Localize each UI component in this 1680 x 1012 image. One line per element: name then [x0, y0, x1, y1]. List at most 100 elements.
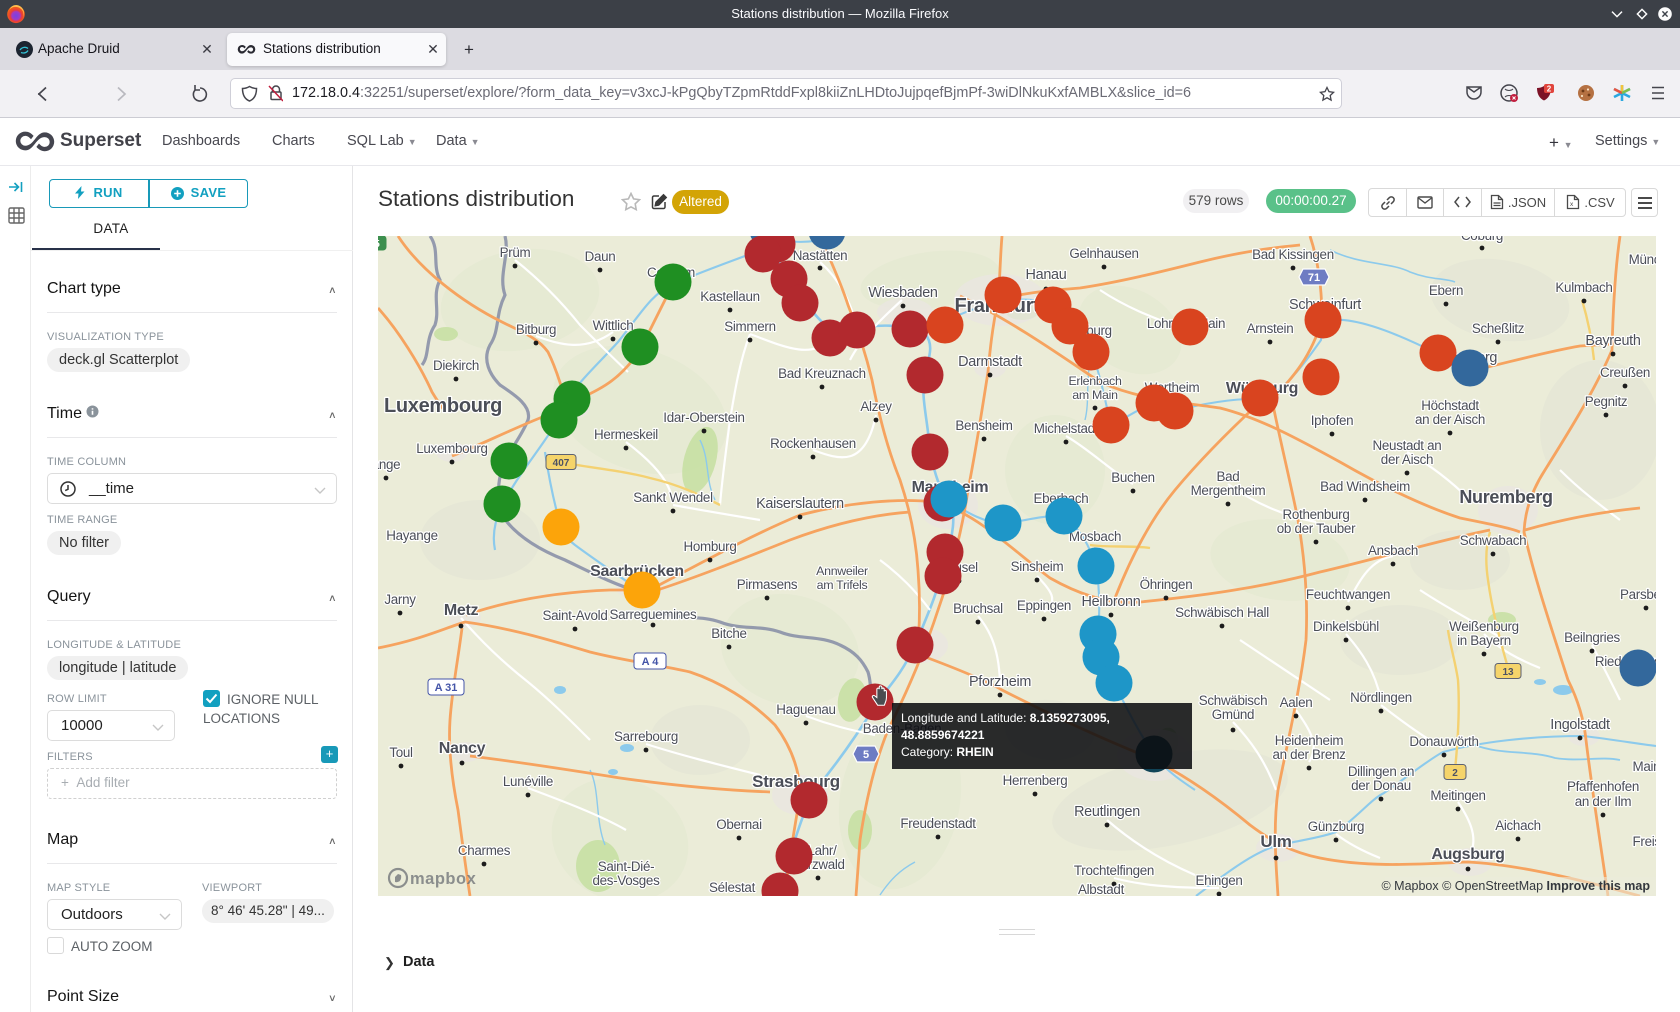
svg-text:Hayange: Hayange	[386, 528, 438, 543]
svg-text:Herrenberg: Herrenberg	[1003, 773, 1068, 788]
svg-text:Sinsheim: Sinsheim	[1011, 559, 1064, 574]
svg-text:am Main: am Main	[1072, 388, 1118, 402]
svg-text:Augsburg: Augsburg	[1431, 846, 1504, 863]
svg-text:Creußen: Creußen	[1600, 365, 1650, 380]
svg-text:Luxembourg: Luxembourg	[416, 441, 487, 456]
svg-text:Ansbach: Ansbach	[1368, 543, 1418, 558]
svg-text:Bayreuth: Bayreuth	[1585, 333, 1640, 349]
svg-text:Gmünd: Gmünd	[1212, 707, 1254, 722]
svg-text:Scheßlitz: Scheßlitz	[1472, 321, 1525, 336]
svg-text:Gelnhausen: Gelnhausen	[1069, 246, 1138, 261]
svg-text:Kaiserslautern: Kaiserslautern	[756, 496, 844, 512]
svg-text:Parsberg: Parsberg	[1620, 587, 1656, 602]
svg-text:A 31: A 31	[435, 682, 458, 694]
svg-text:an der Brenz: an der Brenz	[1272, 747, 1346, 762]
svg-text:Dinkelsbühl: Dinkelsbühl	[1313, 619, 1379, 634]
svg-text:Charmes: Charmes	[458, 843, 511, 858]
svg-text:Ebern: Ebern	[1429, 283, 1463, 298]
svg-text:x: x	[1570, 201, 1574, 208]
svg-text:Rothenburg: Rothenburg	[1283, 507, 1350, 522]
svg-text:Pfaffenhofen: Pfaffenhofen	[1567, 779, 1639, 794]
svg-text:der Aisch: der Aisch	[1381, 452, 1433, 467]
svg-text:des-Vosges: des-Vosges	[593, 873, 661, 888]
svg-text:Bad Kissingen: Bad Kissingen	[1252, 247, 1334, 262]
svg-text:Rockenhausen: Rockenhausen	[770, 436, 856, 451]
svg-text:Pegnitz: Pegnitz	[1585, 394, 1628, 409]
svg-text:Luxembourg: Luxembourg	[384, 395, 502, 417]
svg-text:5: 5	[863, 749, 869, 761]
svg-text:Michelstadt: Michelstadt	[1034, 421, 1099, 436]
svg-text:Ulm: Ulm	[1260, 832, 1291, 851]
svg-text:Idar-Oberstein: Idar-Oberstein	[663, 410, 744, 425]
svg-text:Hanau: Hanau	[1026, 267, 1067, 283]
svg-text:Saint-Avold: Saint-Avold	[543, 608, 608, 623]
svg-text:Dillingen an: Dillingen an	[1348, 764, 1414, 779]
svg-text:Schwäbisch: Schwäbisch	[1199, 693, 1267, 708]
svg-text:Feuchtwangen: Feuchtwangen	[1306, 587, 1390, 602]
svg-text:Mergentheim: Mergentheim	[1191, 483, 1266, 498]
svg-text:Bitche: Bitche	[711, 626, 746, 641]
svg-text:Darmstadt: Darmstadt	[958, 354, 1022, 370]
svg-text:A 4: A 4	[642, 656, 660, 668]
svg-text:Nördlingen: Nördlingen	[1350, 690, 1412, 705]
svg-text:Günzburg: Günzburg	[1308, 819, 1364, 834]
svg-text:Buchen: Buchen	[1111, 470, 1155, 485]
svg-text:Saint-Dié-: Saint-Dié-	[598, 859, 655, 874]
svg-text:Mosbach: Mosbach	[1069, 529, 1121, 544]
svg-text:2: 2	[1547, 84, 1552, 93]
svg-text:Nuremberg: Nuremberg	[1459, 487, 1552, 507]
svg-text:Sélestat: Sélestat	[709, 880, 756, 895]
svg-text:Reutlingen: Reutlingen	[1074, 804, 1140, 820]
svg-text:Aichach: Aichach	[1495, 818, 1541, 833]
svg-text:Eppingen: Eppingen	[1017, 598, 1071, 613]
svg-text:Diekirch: Diekirch	[433, 358, 479, 373]
svg-text:Heilbronn: Heilbronn	[1082, 594, 1141, 610]
svg-text:13: 13	[1502, 667, 1514, 678]
svg-text:Sarrebourg: Sarrebourg	[614, 729, 678, 744]
svg-text:Simmern: Simmern	[724, 319, 775, 334]
svg-text:Nastätten: Nastätten	[793, 248, 848, 263]
svg-text:Trochtelfingen: Trochtelfingen	[1074, 863, 1154, 878]
svg-text:mapbox: mapbox	[410, 870, 477, 888]
svg-text:Wittlich: Wittlich	[593, 318, 634, 333]
svg-text:Beilngries: Beilngries	[1564, 630, 1620, 645]
svg-text:in Bayern: in Bayern	[1457, 633, 1511, 648]
svg-text:Sankt Wendel: Sankt Wendel	[633, 490, 713, 505]
svg-text:Obernai: Obernai	[716, 817, 762, 832]
svg-text:Bad Windsheim: Bad Windsheim	[1320, 479, 1410, 494]
svg-text:© Mapbox © OpenStreetMap Impro: © Mapbox © OpenStreetMap Improve this ma…	[1381, 879, 1650, 893]
svg-text:Coburg: Coburg	[1461, 236, 1503, 243]
svg-text:Lunéville: Lunéville	[503, 774, 553, 789]
svg-text:Wiesbaden: Wiesbaden	[868, 285, 938, 301]
svg-text:Pirmasens: Pirmasens	[737, 577, 798, 592]
svg-text:der Donau: der Donau	[1351, 778, 1411, 793]
svg-text:Bruchsal: Bruchsal	[953, 601, 1003, 616]
svg-text:Freisi: Freisi	[1633, 834, 1656, 849]
svg-text:71: 71	[1308, 272, 1320, 284]
svg-text:Mainb: Mainb	[1633, 759, 1656, 774]
svg-text:Homburg: Homburg	[684, 539, 737, 554]
svg-text:Daun: Daun	[585, 249, 616, 264]
svg-text:Kulmbach: Kulmbach	[1555, 280, 1612, 295]
svg-text:Albstadt: Albstadt	[1078, 882, 1125, 896]
svg-text:Neustadt an: Neustadt an	[1373, 438, 1442, 453]
svg-text:Sarreguemines: Sarreguemines	[610, 607, 698, 622]
svg-text:ob der Tauber: ob der Tauber	[1277, 521, 1356, 536]
svg-text:407: 407	[553, 458, 570, 469]
svg-text:Alzey: Alzey	[860, 399, 892, 414]
svg-text:Höchstadt: Höchstadt	[1421, 398, 1479, 413]
svg-text:an der Aisch: an der Aisch	[1415, 412, 1485, 427]
svg-text:Münch: Münch	[1629, 252, 1656, 267]
svg-text:Ehingen: Ehingen	[1195, 873, 1242, 888]
svg-text:Metz: Metz	[444, 602, 479, 619]
svg-text:Öhringen: Öhringen	[1140, 577, 1193, 592]
svg-text:an der Ilm: an der Ilm	[1575, 794, 1632, 809]
svg-text:Schwäbisch Hall: Schwäbisch Hall	[1175, 605, 1269, 620]
svg-text:Ingolstadt: Ingolstadt	[1550, 717, 1610, 733]
svg-text:Arnstein: Arnstein	[1247, 321, 1294, 336]
svg-text:Nancy: Nancy	[439, 740, 486, 757]
svg-text:am Trifels: am Trifels	[817, 578, 868, 592]
svg-text:ange: ange	[378, 457, 400, 472]
svg-text:Bad: Bad	[1217, 469, 1240, 484]
svg-text:Jarny: Jarny	[384, 592, 416, 607]
